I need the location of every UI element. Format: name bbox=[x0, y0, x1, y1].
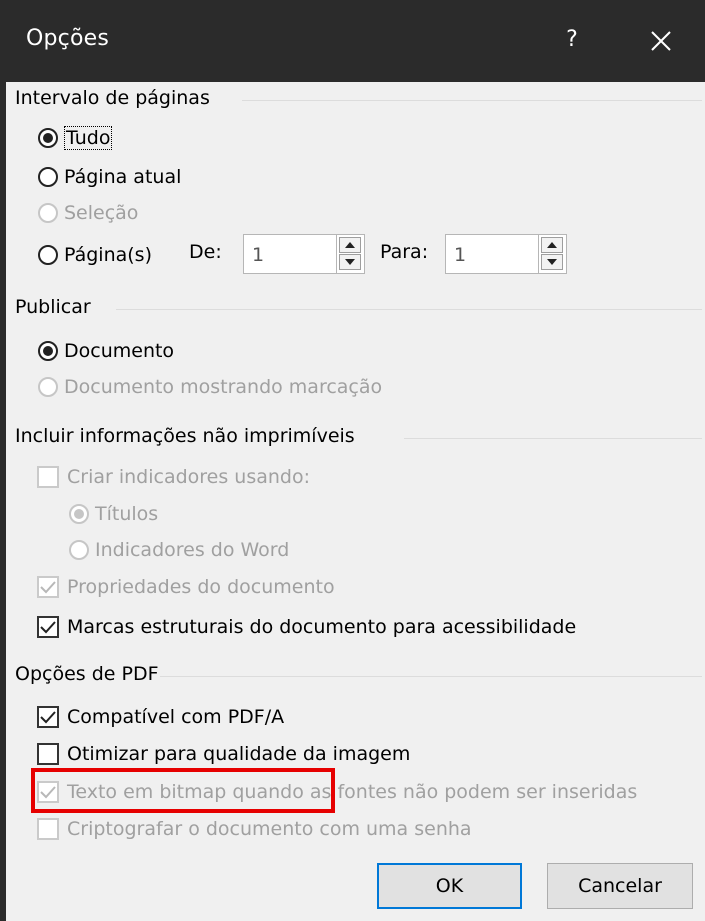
radio-pages-label: Página(s) bbox=[64, 244, 152, 266]
checkmark-icon bbox=[40, 581, 56, 594]
checkbox[interactable] bbox=[37, 818, 59, 840]
radio-button[interactable] bbox=[38, 341, 58, 361]
group-divider bbox=[116, 309, 702, 310]
optimize-image-label: Otimizar para qualidade da imagem bbox=[67, 743, 411, 765]
radio-document-label: Documento bbox=[64, 340, 175, 362]
checkbox[interactable] bbox=[37, 743, 59, 765]
publish-group-title: Publicar bbox=[15, 296, 91, 318]
arrow-down-icon bbox=[547, 259, 557, 265]
radio-headings[interactable]: Títulos bbox=[69, 500, 158, 528]
arrow-down-icon bbox=[345, 259, 355, 265]
to-page-spinner[interactable]: 1 bbox=[445, 234, 567, 274]
radio-button[interactable] bbox=[69, 540, 89, 560]
help-button[interactable]: ? bbox=[552, 20, 592, 60]
group-divider bbox=[160, 676, 702, 677]
arrow-up-icon bbox=[547, 242, 557, 248]
spin-down-button[interactable] bbox=[339, 254, 361, 270]
radio-button[interactable] bbox=[38, 128, 58, 148]
radio-document-markup[interactable]: Documento mostrando marcação bbox=[38, 373, 382, 401]
radio-button[interactable] bbox=[38, 245, 58, 265]
pdfa-label: Compatível com PDF/A bbox=[67, 706, 285, 728]
checkmark-icon bbox=[40, 711, 56, 724]
from-label: De: bbox=[189, 241, 222, 263]
from-page-value: 1 bbox=[252, 244, 265, 266]
radio-all-label: Tudo bbox=[64, 126, 113, 150]
checkbox-pdfa[interactable]: Compatível com PDF/A bbox=[37, 703, 284, 731]
radio-word-bookmarks[interactable]: Indicadores do Word bbox=[69, 536, 289, 564]
checkmark-icon bbox=[40, 621, 56, 634]
spinner-arrows bbox=[336, 235, 364, 273]
page-range-group-title: Intervalo de páginas bbox=[15, 87, 210, 109]
title-bar: Opções ? bbox=[0, 0, 705, 82]
checkbox[interactable] bbox=[37, 616, 59, 638]
radio-selection[interactable]: Seleção bbox=[38, 199, 138, 227]
checkbox[interactable] bbox=[37, 781, 59, 803]
checkbox-optimize-image[interactable]: Otimizar para qualidade da imagem bbox=[37, 740, 410, 768]
radio-document-markup-label: Documento mostrando marcação bbox=[64, 376, 383, 398]
radio-word-bookmarks-label: Indicadores do Word bbox=[95, 539, 290, 561]
radio-button[interactable] bbox=[38, 377, 58, 397]
cancel-button[interactable]: Cancelar bbox=[547, 863, 693, 909]
to-page-value: 1 bbox=[454, 244, 467, 266]
checkbox-document-properties[interactable]: Propriedades do documento bbox=[37, 573, 335, 601]
close-button[interactable] bbox=[641, 21, 681, 61]
dialog-body: Intervalo de páginas Tudo Página atual S… bbox=[6, 82, 705, 921]
radio-headings-label: Títulos bbox=[95, 503, 159, 525]
document-properties-label: Propriedades do documento bbox=[67, 576, 335, 598]
to-label: Para: bbox=[380, 241, 429, 263]
arrow-up-icon bbox=[345, 242, 355, 248]
radio-button[interactable] bbox=[38, 167, 58, 187]
dialog-title: Opções bbox=[26, 26, 110, 51]
checkbox-structure-tags[interactable]: Marcas estruturais do documento para ace… bbox=[37, 613, 576, 641]
spin-down-button[interactable] bbox=[541, 254, 563, 270]
close-icon bbox=[651, 31, 671, 51]
checkbox[interactable] bbox=[37, 706, 59, 728]
radio-all[interactable]: Tudo bbox=[38, 124, 113, 152]
radio-pages[interactable]: Página(s) bbox=[38, 241, 152, 269]
group-divider bbox=[404, 438, 702, 439]
radio-button[interactable] bbox=[69, 504, 89, 524]
spin-up-button[interactable] bbox=[339, 237, 361, 253]
create-bookmarks-label: Criar indicadores usando: bbox=[67, 466, 311, 488]
structure-tags-label: Marcas estruturais do documento para ace… bbox=[67, 616, 577, 638]
checkbox[interactable] bbox=[37, 576, 59, 598]
radio-selection-label: Seleção bbox=[64, 202, 139, 224]
radio-button[interactable] bbox=[38, 203, 58, 223]
spin-up-button[interactable] bbox=[541, 237, 563, 253]
from-page-spinner[interactable]: 1 bbox=[243, 234, 365, 274]
radio-current-page[interactable]: Página atual bbox=[38, 163, 181, 191]
checkbox[interactable] bbox=[37, 466, 59, 488]
encrypt-label: Criptografar o documento com uma senha bbox=[67, 818, 472, 840]
radio-current-page-label: Página atual bbox=[64, 166, 182, 188]
group-divider bbox=[242, 100, 702, 101]
bitmap-text-label: Texto em bitmap quando as fontes não pod… bbox=[67, 781, 638, 803]
checkbox-encrypt[interactable]: Criptografar o documento com uma senha bbox=[37, 815, 472, 843]
checkbox-bitmap-text[interactable]: Texto em bitmap quando as fontes não pod… bbox=[37, 778, 637, 806]
ok-button[interactable]: OK bbox=[377, 863, 522, 909]
nonprintable-group-title: Incluir informações não imprimíveis bbox=[15, 425, 355, 447]
checkmark-icon bbox=[40, 786, 56, 799]
pdf-options-group-title: Opções de PDF bbox=[15, 663, 159, 685]
radio-document[interactable]: Documento bbox=[38, 337, 174, 365]
checkbox-create-bookmarks[interactable]: Criar indicadores usando: bbox=[37, 463, 310, 491]
spinner-arrows bbox=[538, 235, 566, 273]
